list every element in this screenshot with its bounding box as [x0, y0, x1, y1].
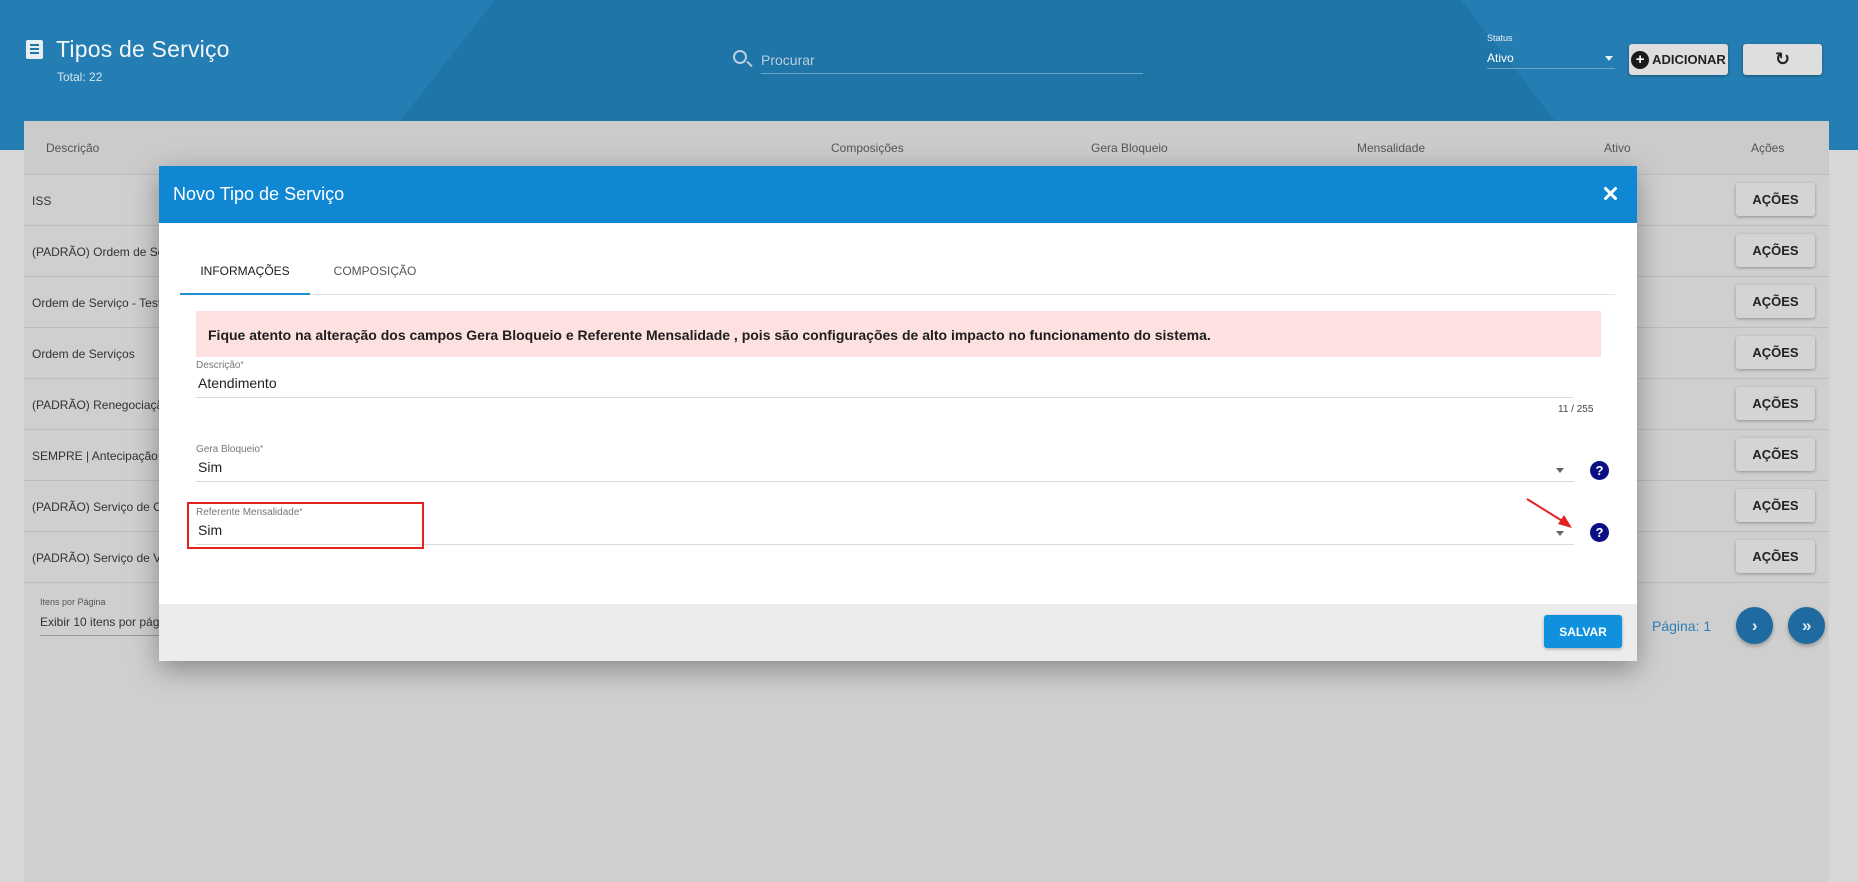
warning-alert: Fique atento na alteração dos campos Ger… — [196, 311, 1601, 357]
actions-button[interactable]: AÇÕES — [1736, 183, 1815, 216]
row-description: Ordem de Serviço - Teste — [32, 296, 168, 310]
close-icon[interactable] — [1599, 182, 1623, 206]
refresh-icon: ↻ — [1774, 49, 1791, 69]
col-gera-bloqueio[interactable]: Gera Bloqueio — [1091, 141, 1168, 155]
search-bar — [733, 46, 1143, 78]
add-button[interactable]: + ADICIONAR — [1629, 44, 1728, 75]
gera-bloqueio-label: Gera Bloqueio* — [196, 444, 264, 455]
page-indicator: Página: 1 — [1652, 617, 1712, 634]
plus-circle-icon: + — [1631, 50, 1650, 69]
caret-down-icon — [1605, 56, 1613, 61]
col-composicoes[interactable]: Composições — [831, 141, 904, 155]
search-input[interactable] — [761, 46, 1143, 74]
dialog-tabs: INFORMAÇÕES COMPOSIÇÃO — [180, 258, 1615, 295]
help-icon[interactable]: ? — [1590, 523, 1609, 542]
tab-composicao[interactable]: COMPOSIÇÃO — [310, 258, 440, 295]
actions-button[interactable]: AÇÕES — [1736, 438, 1815, 471]
chevron-right-icon: › — [1751, 615, 1758, 635]
gera-bloqueio-field: Gera Bloqueio* Sim — [196, 444, 1574, 482]
dialog-footer: SALVAR — [159, 604, 1637, 661]
actions-button[interactable]: AÇÕES — [1736, 387, 1815, 420]
tab-informacoes[interactable]: INFORMAÇÕES — [180, 258, 310, 295]
last-page-button[interactable]: » — [1788, 607, 1826, 644]
row-description: Ordem de Serviços — [32, 347, 135, 361]
document-icon — [26, 40, 43, 59]
actions-button[interactable]: AÇÕES — [1736, 540, 1815, 573]
status-label: Status — [1487, 33, 1513, 43]
descricao-label: Descrição* — [196, 360, 244, 371]
row-description: ISS — [32, 194, 52, 208]
total-count: Total: 22 — [57, 70, 103, 84]
refresh-button[interactable]: ↻ — [1743, 44, 1822, 75]
actions-button[interactable]: AÇÕES — [1736, 234, 1815, 267]
title-block: Tipos de Serviço — [26, 36, 230, 63]
help-icon[interactable]: ? — [1590, 461, 1609, 480]
descricao-input[interactable]: Atendimento — [196, 371, 1573, 398]
col-descricao[interactable]: Descrição — [46, 141, 99, 155]
caret-down-icon — [1556, 468, 1564, 473]
char-counter: 11 / 255 — [1558, 404, 1594, 415]
dialog-header: Novo Tipo de Serviço — [159, 166, 1637, 223]
gera-bloqueio-select[interactable]: Sim — [196, 455, 1574, 482]
gera-bloqueio-value: Sim — [198, 459, 223, 475]
double-chevron-right-icon: » — [1801, 615, 1812, 635]
col-acoes: Ações — [1751, 141, 1785, 155]
descricao-field: Descrição* Atendimento — [196, 360, 1573, 398]
status-value: Ativo — [1487, 51, 1514, 65]
col-ativo[interactable]: Ativo — [1604, 141, 1631, 155]
status-filter: Status Ativo — [1487, 33, 1615, 69]
next-page-button[interactable]: › — [1736, 607, 1774, 644]
row-description: SEMPRE | Antecipação d — [32, 449, 168, 463]
dialog-title: Novo Tipo de Serviço — [173, 184, 345, 204]
row-description: (PADRÃO) Serviço de Val — [32, 551, 170, 565]
highlight-box — [187, 502, 424, 549]
row-description: (PADRÃO) Serviço de Co — [32, 500, 169, 514]
row-description: (PADRÃO) Ordem de Serv — [32, 245, 175, 259]
actions-button[interactable]: AÇÕES — [1736, 336, 1815, 369]
annotation-arrow-icon — [1526, 498, 1572, 528]
items-per-page[interactable]: Itens por Página Exibir 10 itens por pág… — [40, 597, 170, 636]
save-button[interactable]: SALVAR — [1544, 615, 1622, 648]
new-service-type-dialog: Novo Tipo de Serviço INFORMAÇÕES COMPOSI… — [159, 166, 1637, 661]
items-per-page-value: Exibir 10 itens por pági — [40, 615, 170, 636]
actions-button[interactable]: AÇÕES — [1736, 285, 1815, 318]
col-mensalidade[interactable]: Mensalidade — [1357, 141, 1425, 155]
page-title: Tipos de Serviço — [56, 36, 230, 62]
pagination: Página: 1 › » — [1652, 607, 1826, 644]
search-icon — [733, 50, 747, 64]
status-select[interactable]: Ativo — [1487, 47, 1615, 69]
items-per-page-label: Itens por Página — [40, 597, 106, 607]
row-description: (PADRÃO) Renegociação — [32, 398, 170, 412]
add-button-label: ADICIONAR — [1652, 52, 1726, 67]
actions-button[interactable]: AÇÕES — [1736, 489, 1815, 522]
